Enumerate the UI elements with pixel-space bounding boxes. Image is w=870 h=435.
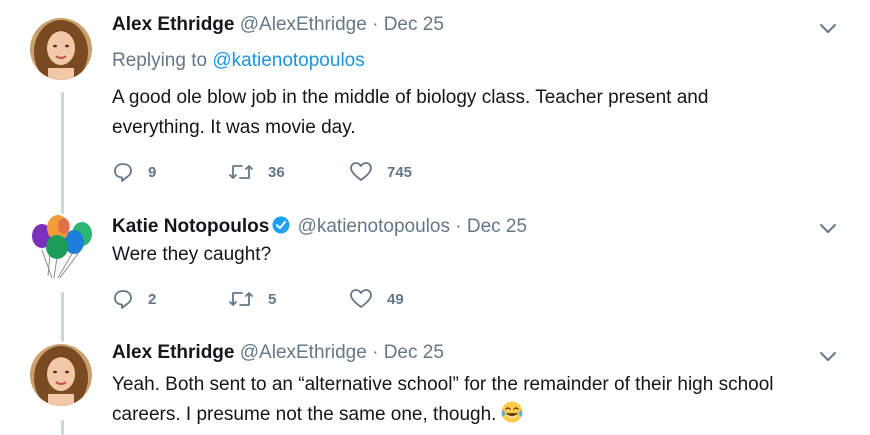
tweet-text: A good ole blow job in the middle of bio…	[112, 83, 842, 143]
tweet-actions: 9 36 745	[112, 159, 412, 185]
retweet-icon	[229, 165, 253, 179]
author-handle[interactable]: @AlexEthridge	[240, 14, 367, 35]
retweet-button[interactable]: 36	[228, 161, 349, 183]
tweet[interactable]: Katie Notopoulos @katienotopoulos · Dec …	[0, 200, 870, 330]
separator-dot: ·	[372, 342, 379, 363]
tweet-date[interactable]: Dec 25	[467, 216, 527, 237]
chevron-down-icon[interactable]	[818, 218, 838, 238]
tweet-date[interactable]: Dec 25	[384, 342, 444, 363]
tweet-text-line: careers. I presume not the same one, tho…	[112, 404, 497, 425]
tweet-text-line-wrap: careers. I presume not the same one, tho…	[112, 400, 842, 430]
reply-icon	[114, 163, 132, 182]
heart-icon	[350, 162, 372, 181]
like-count: 49	[387, 290, 404, 308]
tweet-header: Katie Notopoulos @katienotopoulos · Dec …	[112, 216, 527, 238]
retweet-icon	[229, 292, 253, 306]
tweet-header: Alex Ethridge @AlexEthridge · Dec 25	[112, 14, 444, 36]
tweet-text-line: Were they caught?	[112, 244, 272, 265]
author-name[interactable]: Alex Ethridge	[112, 342, 234, 363]
tweet-text: Yeah. Both sent to an “alternative schoo…	[112, 370, 842, 430]
tweet-date[interactable]: Dec 25	[384, 14, 444, 35]
face-with-tears-of-joy-icon	[501, 401, 523, 423]
heart-icon	[350, 289, 372, 308]
verified-badge-icon	[272, 216, 290, 234]
reply-button[interactable]: 9	[112, 161, 228, 183]
retweet-button[interactable]: 5	[228, 288, 349, 310]
separator-dot: ·	[455, 216, 462, 237]
tweet[interactable]: Alex Ethridge @AlexEthridge · Dec 25 Yea…	[0, 330, 870, 435]
author-name[interactable]: Alex Ethridge	[112, 14, 234, 35]
tweet-header: Alex Ethridge @AlexEthridge · Dec 25	[112, 342, 444, 364]
avatar[interactable]	[30, 18, 92, 80]
replying-to: Replying to @katienotopoulos	[112, 50, 365, 72]
like-count: 745	[387, 163, 413, 181]
tweet-text-line: A good ole blow job in the middle of bio…	[112, 87, 709, 108]
reply-button[interactable]: 2	[112, 288, 228, 310]
retweet-count: 5	[268, 290, 277, 308]
chevron-down-icon[interactable]	[818, 18, 838, 38]
chevron-down-icon[interactable]	[818, 346, 838, 366]
avatar[interactable]	[30, 344, 92, 406]
like-button[interactable]: 745	[349, 161, 412, 183]
tweet-text: Were they caught?	[112, 240, 842, 270]
author-name[interactable]: Katie Notopoulos	[112, 216, 269, 237]
like-button[interactable]: 49	[349, 288, 404, 310]
reply-count: 9	[148, 163, 157, 181]
reply-icon	[114, 290, 132, 309]
author-handle[interactable]: @AlexEthridge	[240, 342, 367, 363]
tweet-text-line: everything. It was movie day.	[112, 117, 356, 138]
tweet[interactable]: Alex Ethridge @AlexEthridge · Dec 25 Rep…	[0, 0, 870, 200]
avatar[interactable]	[30, 214, 92, 279]
separator-dot: ·	[372, 14, 379, 35]
author-handle[interactable]: @katienotopoulos	[298, 216, 450, 237]
reply-count: 2	[148, 290, 157, 308]
tweet-text-line: Yeah. Both sent to an “alternative schoo…	[112, 374, 774, 395]
retweet-count: 36	[268, 163, 285, 181]
mention-link[interactable]: @katienotopoulos	[212, 50, 364, 71]
tweet-actions: 2 5 49	[112, 286, 404, 312]
replying-to-label: Replying to	[112, 50, 208, 71]
